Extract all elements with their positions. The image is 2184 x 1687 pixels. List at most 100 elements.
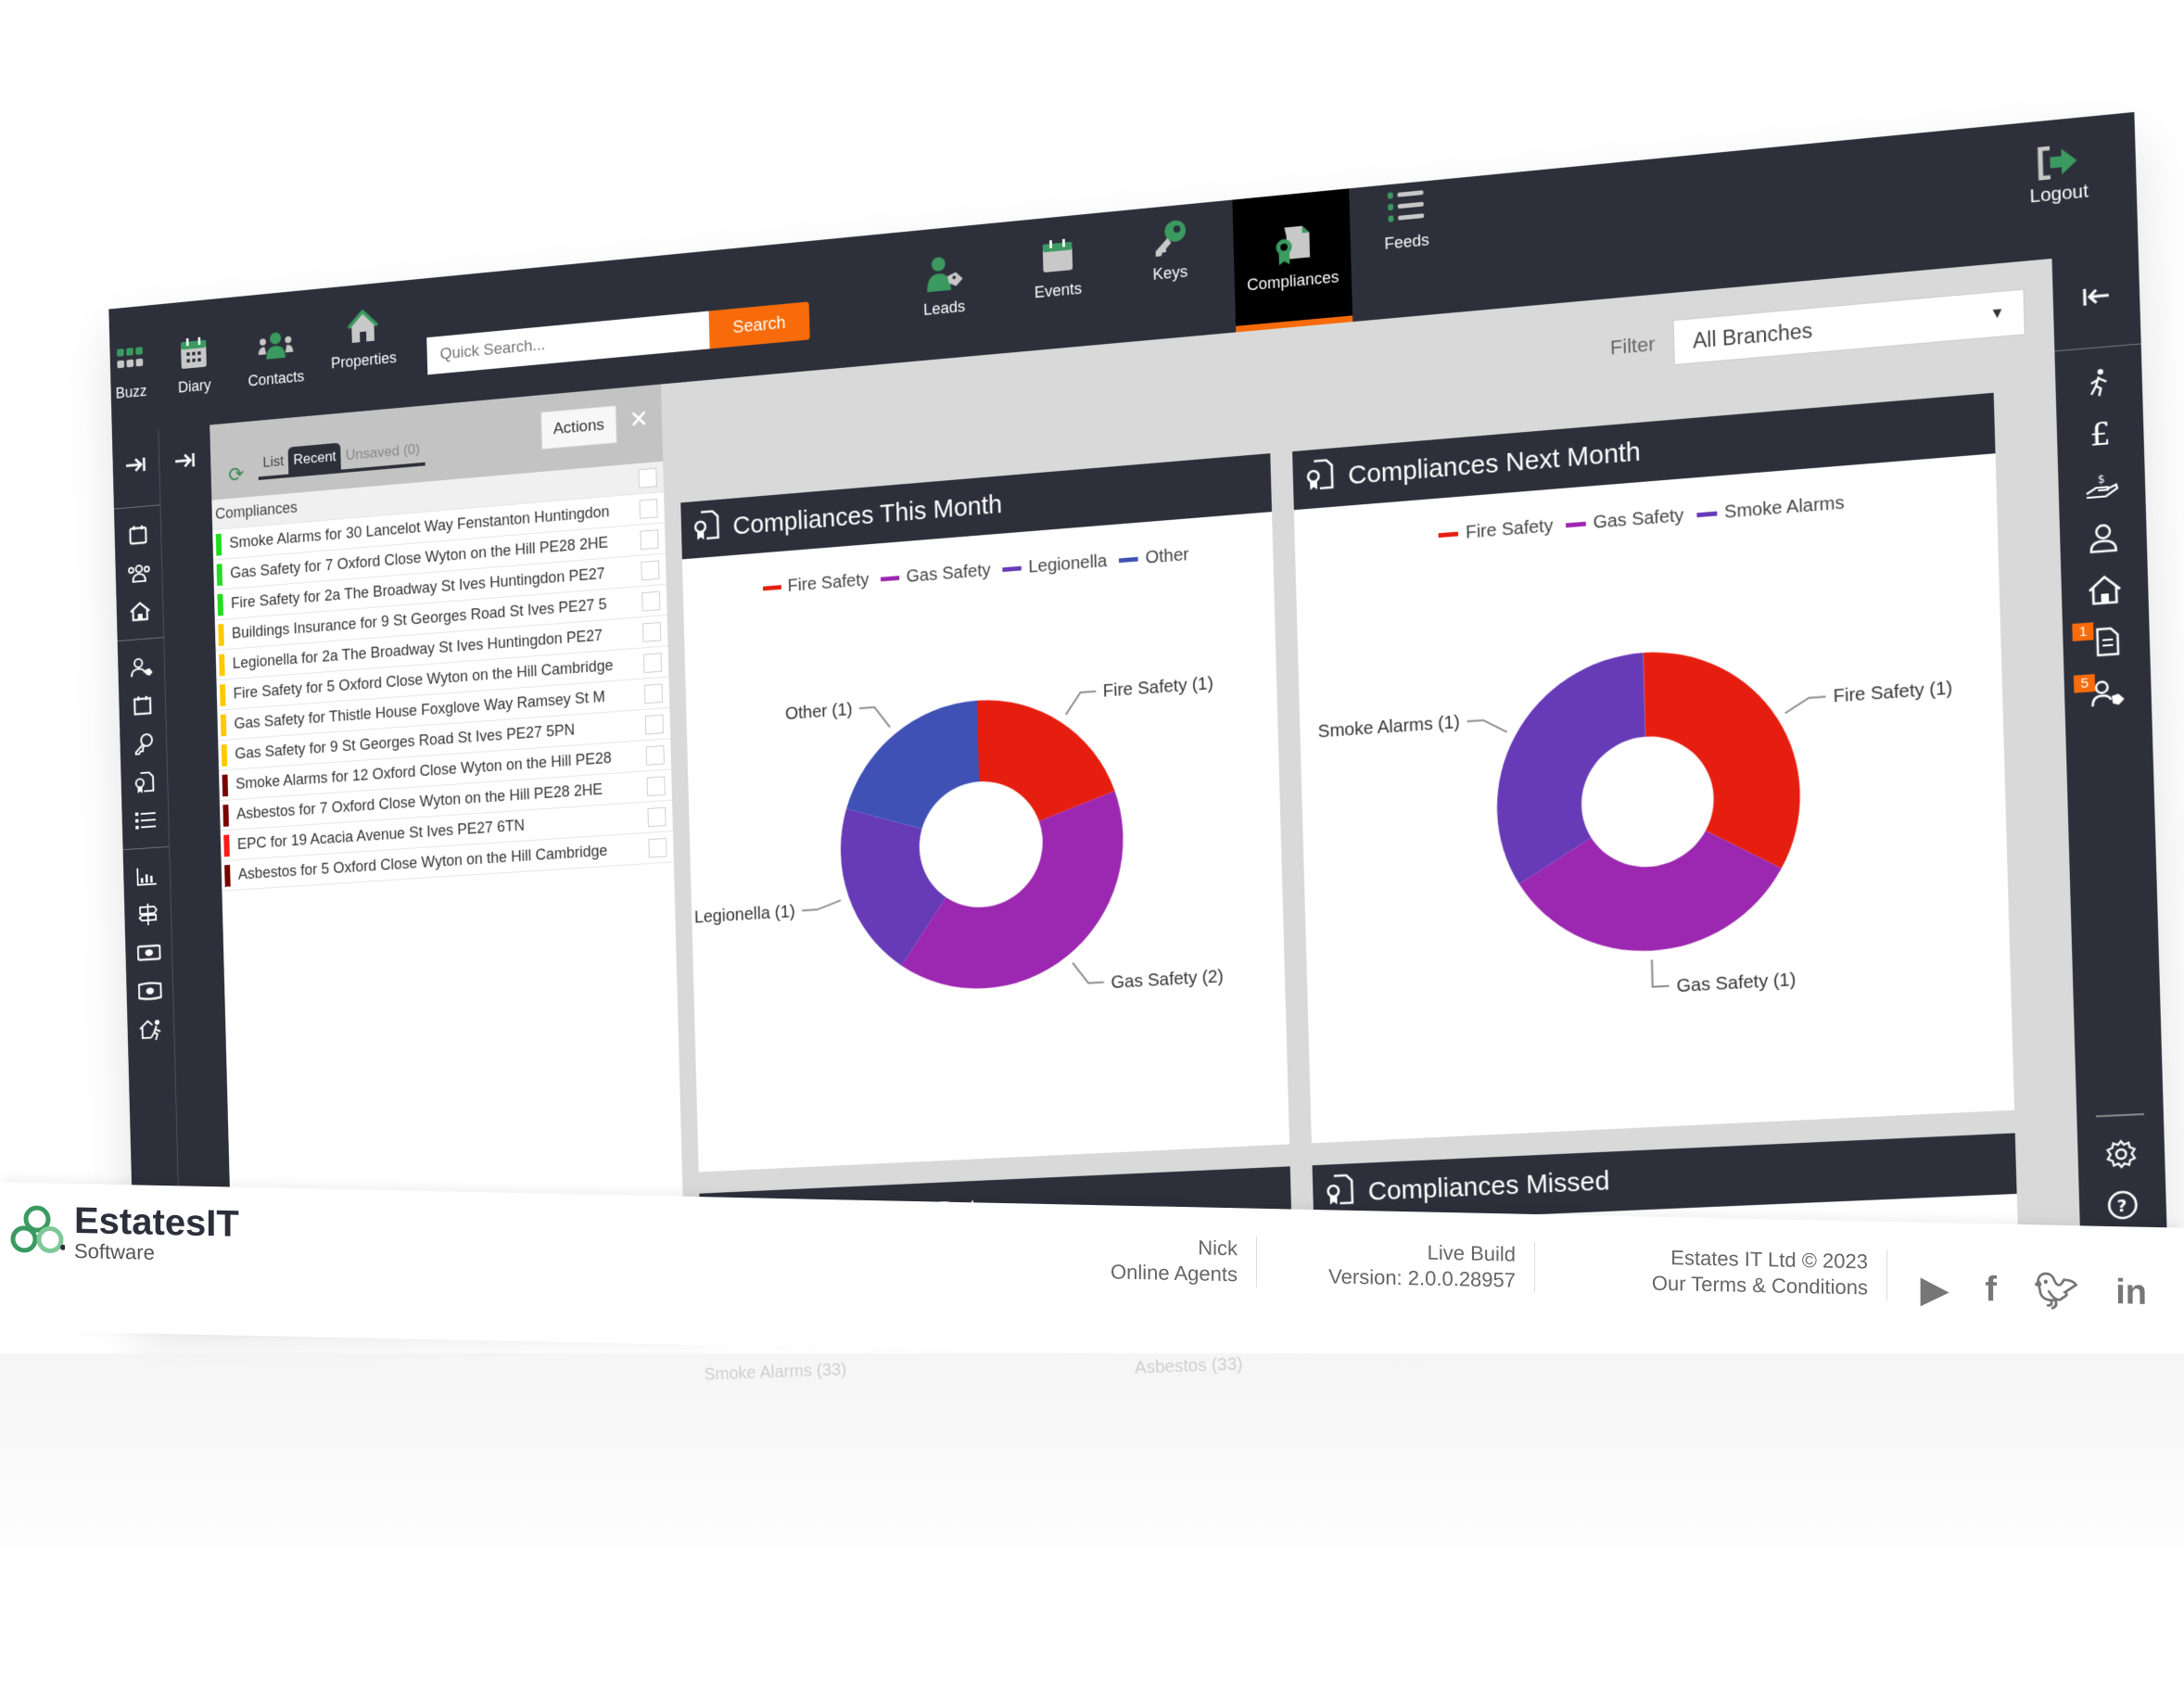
slice-label: Other (1) — [785, 700, 853, 724]
row-checkbox[interactable] — [639, 498, 658, 519]
svg-text:?: ? — [2116, 1197, 2127, 1217]
row-checkbox[interactable] — [648, 837, 667, 858]
terms-link[interactable]: Our Terms & Conditions — [1652, 1270, 1868, 1300]
settings-icon[interactable] — [2077, 1126, 2165, 1182]
nav-compliances[interactable]: Compliances — [1232, 188, 1353, 333]
card-title: Compliances Missed — [1367, 1166, 1610, 1207]
help-icon[interactable]: ? — [2078, 1177, 2166, 1233]
rail-divider — [2054, 343, 2141, 352]
status-indicator — [216, 563, 223, 586]
close-icon[interactable]: ✕ — [629, 404, 649, 434]
svg-text:$: $ — [2098, 473, 2105, 487]
compliances-icon[interactable] — [121, 761, 169, 803]
twitter-icon[interactable]: 🐦︎ — [2034, 1271, 2078, 1313]
calendar-icon — [1037, 235, 1076, 276]
collapse-rail-icon[interactable] — [2051, 251, 2140, 342]
refresh-icon[interactable]: ⟳ — [228, 463, 245, 488]
rail-divider — [117, 637, 164, 642]
footer-build: Live Build Version: 2.0.0.28957 — [1328, 1237, 1535, 1294]
row-checkbox[interactable] — [642, 621, 662, 642]
tab-list[interactable]: List — [258, 448, 289, 477]
status-indicator — [222, 774, 229, 796]
nav-keys[interactable]: Keys — [1149, 217, 1189, 285]
reflection — [0, 1353, 2184, 1687]
row-checkbox[interactable] — [641, 560, 660, 580]
reports-icon[interactable] — [123, 856, 171, 897]
row-checkbox[interactable] — [643, 683, 664, 704]
nav-events[interactable]: Events — [1033, 234, 1082, 302]
document-icon[interactable]: 1 — [2063, 613, 2151, 670]
cash-icon[interactable] — [126, 970, 174, 1011]
social-links: ▶ f 🐦︎ in — [1921, 1269, 2147, 1315]
footer-legal: Estates IT Ltd © 2023 Our Terms & Condit… — [1651, 1244, 1887, 1300]
hand-money-icon[interactable]: $ — [2058, 457, 2146, 515]
row-checkbox[interactable] — [647, 806, 667, 827]
feeds-icon[interactable] — [121, 800, 170, 842]
list-tabs: List Recent Unsaved (0) — [258, 435, 425, 480]
certificate-icon — [1325, 1173, 1354, 1214]
tab-recent[interactable]: Recent — [287, 442, 342, 475]
row-checkbox[interactable] — [640, 528, 659, 550]
nav-properties[interactable]: Properties — [330, 305, 398, 373]
row-checkbox[interactable] — [641, 590, 661, 612]
properties-icon[interactable] — [116, 590, 164, 632]
user-icon[interactable] — [2060, 509, 2148, 567]
expand-rail-icon[interactable] — [112, 429, 160, 500]
events-icon[interactable] — [119, 684, 167, 726]
linkedin-icon[interactable]: in — [2115, 1273, 2147, 1315]
slice-label: Gas Safety (1) — [1676, 970, 1796, 996]
keys-icon[interactable] — [120, 723, 168, 765]
search-button[interactable]: Search — [708, 301, 810, 349]
copyright-label: Estates IT Ltd © 2023 — [1670, 1246, 1868, 1274]
online-agents-link[interactable]: Online Agents — [1111, 1259, 1238, 1287]
card-compliances-next-month: Compliances Next Month Fire Safety Gas Sa… — [1292, 392, 2015, 1144]
youtube-icon[interactable]: ▶ — [1921, 1269, 1948, 1312]
nav-leads-label: Leads — [922, 297, 966, 319]
signpost-icon[interactable] — [124, 894, 172, 935]
actions-button[interactable]: Actions — [540, 405, 617, 450]
pound-icon[interactable]: £ — [2056, 405, 2144, 463]
nav-contacts-label: Contacts — [248, 367, 305, 390]
nav-contacts[interactable]: Contacts — [247, 324, 304, 391]
documents-badge: 1 — [2072, 622, 2094, 641]
diary-icon[interactable] — [114, 514, 162, 556]
facebook-icon[interactable]: f — [1985, 1270, 1997, 1312]
nav-properties-label: Properties — [330, 349, 398, 373]
people-icon — [258, 325, 294, 365]
pin-panel-icon[interactable] — [159, 425, 211, 496]
row-checkbox[interactable] — [646, 775, 666, 796]
nav-diary-label: Diary — [177, 375, 211, 397]
leader-line — [1467, 718, 1507, 734]
slice-label: Legionella (1) — [694, 902, 795, 927]
contacts-icon[interactable] — [115, 552, 163, 594]
version-label: Version: 2.0.0.28957 — [1328, 1263, 1516, 1292]
status-indicator — [221, 743, 228, 767]
row-checkbox[interactable] — [642, 652, 663, 673]
home-icon[interactable] — [2061, 561, 2149, 619]
logout-icon — [2037, 144, 2080, 186]
compliance-list-panel: ⟳ List Recent Unsaved (0) Actions ✕ Comp… — [210, 384, 686, 1312]
nav-leads[interactable]: Leads — [922, 252, 966, 320]
branch-select[interactable]: All Branches ▼ — [1672, 288, 2025, 365]
walking-icon[interactable] — [2055, 353, 2143, 412]
row-checkbox[interactable] — [645, 744, 665, 766]
list-icon — [1386, 184, 1427, 227]
status-indicator — [219, 653, 225, 677]
donut-slice-smoke-alarms[interactable] — [1492, 653, 1650, 886]
money-icon[interactable] — [125, 932, 173, 973]
select-all-checkbox[interactable] — [638, 467, 657, 488]
nav-keys-label: Keys — [1152, 262, 1188, 284]
rail-divider — [122, 845, 170, 851]
logout-button[interactable]: Logout — [2028, 143, 2089, 209]
nav-diary[interactable]: Diary — [176, 333, 212, 397]
nav-compliances-label: Compliances — [1246, 267, 1340, 295]
nav-feeds[interactable]: Feeds — [1383, 184, 1429, 254]
tab-unsaved[interactable]: Unsaved (0) — [340, 436, 425, 470]
quick-search-input[interactable] — [426, 311, 710, 375]
nav-buzz[interactable]: Buzz — [113, 339, 149, 403]
lead-tag-icon[interactable]: 5 — [2063, 665, 2152, 722]
house-exit-icon[interactable] — [127, 1008, 175, 1049]
leads-icon[interactable] — [118, 646, 166, 688]
certificate-icon — [1272, 224, 1312, 267]
row-checkbox[interactable] — [644, 714, 664, 735]
